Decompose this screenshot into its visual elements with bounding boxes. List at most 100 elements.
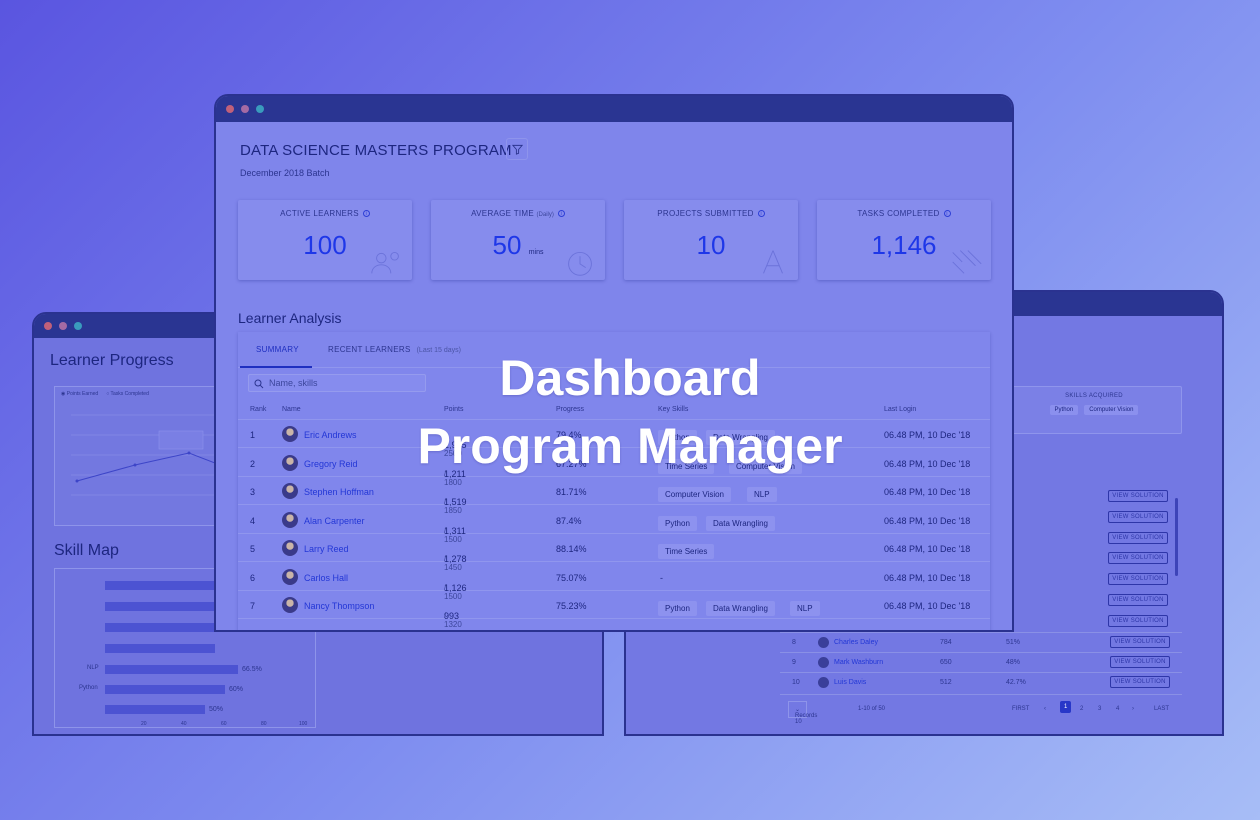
minimize-window-dot[interactable]	[59, 322, 67, 330]
axis-tick: 40	[181, 721, 187, 727]
table-row[interactable]: 6 Carlos Hall 1,126 / 1500 75.07% -06.48 PM,…	[238, 563, 990, 601]
progress-cell: 87.4%	[556, 515, 582, 526]
view-solution-button[interactable]: VIEW SOLUTION	[1108, 594, 1168, 606]
rank-cell: 5	[250, 544, 256, 554]
compass-icon	[763, 250, 783, 274]
hero-line-1: Dashboard	[499, 350, 761, 406]
last-login-cell: 06.48 PM, 10 Dec '18	[884, 601, 971, 611]
info-icon[interactable]: i	[943, 210, 951, 218]
maximize-window-dot[interactable]	[74, 322, 82, 330]
skill-chip: Data Wrangling	[706, 515, 775, 531]
skill-chip: Python	[658, 515, 697, 531]
view-solution-button[interactable]: VIEW SOLUTION	[1108, 552, 1168, 564]
first-page-button[interactable]: FIRST	[1012, 706, 1029, 712]
maximize-window-dot[interactable]	[256, 105, 264, 113]
view-solution-button[interactable]: VIEW SOLUTION	[1110, 656, 1170, 668]
prev-page-icon[interactable]: ‹	[1044, 706, 1046, 712]
batch-label: December 2018 Batch	[240, 168, 330, 178]
learner-name-link[interactable]: Charles Daley	[834, 639, 878, 646]
learner-name-link[interactable]: Stephen Hoffman	[304, 487, 374, 497]
skill-chip: Python	[658, 601, 697, 616]
skill-pct-python: 60%	[229, 686, 244, 693]
info-icon[interactable]: i	[362, 210, 370, 218]
progress-cell: 75.07%	[556, 572, 587, 583]
table-row: 10 Luis Davis 512 42.7% VIEW SOLUTION	[780, 672, 1182, 692]
avatar	[282, 540, 298, 556]
learner-analysis-title: Learner Analysis	[238, 310, 342, 326]
page-2-button[interactable]: 2	[1080, 706, 1083, 712]
learner-name-link[interactable]: Larry Reed	[304, 544, 349, 554]
avatar	[818, 677, 829, 688]
view-solution-button[interactable]: VIEW SOLUTION	[1108, 615, 1168, 627]
info-icon[interactable]: i	[557, 210, 565, 218]
view-solution-button[interactable]: VIEW SOLUTION	[1110, 636, 1170, 648]
learner-name-link[interactable]: Alan Carpenter	[304, 516, 365, 526]
view-solution-button[interactable]: VIEW SOLUTION	[1108, 532, 1168, 544]
skill-label-python: Python	[79, 685, 98, 691]
table-scrollbar[interactable]	[1175, 498, 1178, 576]
skills-empty: -	[660, 572, 663, 583]
view-solution-button[interactable]: VIEW SOLUTION	[1110, 676, 1170, 688]
avatar	[282, 568, 298, 585]
kpi-projects-submitted: PROJECTS SUBMITTED i 10	[624, 200, 798, 280]
rank-cell: 4	[250, 515, 256, 526]
avatar	[818, 637, 829, 648]
last-login-cell: 06.48 PM, 10 Dec '18	[884, 544, 971, 554]
axis-tick: 60	[221, 721, 227, 727]
skill-bar	[105, 581, 215, 590]
table-row[interactable]: 7 Nancy Thompson 993 / 1320 75.23% Python Dat…	[238, 591, 990, 629]
skill-bar-nlp	[105, 665, 238, 674]
avatar	[818, 657, 829, 668]
skill-bar	[105, 623, 215, 632]
kpi-tasks-completed: TASKS COMPLETED i 1,146	[817, 200, 991, 280]
close-window-dot[interactable]	[226, 105, 234, 113]
hero-line-2: Program Manager	[417, 418, 843, 474]
close-window-dot[interactable]	[44, 322, 52, 330]
records-per-page-select[interactable]: Records 10 ⌄	[788, 701, 817, 725]
avatar	[282, 597, 298, 613]
skill-chip: Computer Vision	[658, 487, 731, 502]
skill-chip: NLP	[747, 487, 777, 502]
skill-bar-data-wrangling	[105, 705, 205, 714]
page-1-button[interactable]: 1	[1060, 701, 1072, 713]
clock-icon	[568, 251, 592, 276]
progress-cell: 88.14%	[556, 544, 587, 554]
rank-cell: 6	[250, 572, 256, 583]
table-row[interactable]: 3 Stephen Hoffman 1,519 / 1850 81.71% Comput…	[238, 477, 990, 515]
table-row[interactable]: 4 Alan Carpenter 1,311 / 1500 87.4% Python Da…	[238, 506, 990, 544]
last-login-cell: 06.48 PM, 10 Dec '18	[884, 487, 971, 497]
skill-bar-python	[105, 685, 225, 694]
info-icon[interactable]: i	[757, 210, 765, 218]
progress-cell: 81.71%	[556, 487, 587, 497]
learner-name-link[interactable]: Luis Davis	[834, 679, 866, 686]
skill-chip: Data Wrangling	[706, 601, 775, 616]
page-3-button[interactable]: 3	[1098, 706, 1101, 712]
pagination-bar: Records 10 ⌄ 1-10 of 50 FIRST ‹ 1 2 3 4 …	[780, 694, 1182, 725]
view-solution-button[interactable]: VIEW SOLUTION	[1108, 511, 1168, 523]
axis-tick: 80	[261, 721, 267, 727]
table-row: 8 Charles Daley 784 51% VIEW SOLUTION	[780, 632, 1182, 652]
skill-pct-nlp: 66.5%	[242, 666, 262, 673]
table-row: 9 Mark Washburn 650 48% VIEW SOLUTION	[780, 652, 1182, 672]
minimize-window-dot[interactable]	[241, 105, 249, 113]
window-titlebar	[216, 96, 1012, 122]
filter-button[interactable]	[506, 138, 528, 160]
users-icon	[371, 251, 399, 274]
learner-name-link[interactable]: Mark Washburn	[834, 659, 883, 666]
skill-chip: NLP	[790, 601, 820, 616]
kpi-active-learners: ACTIVE LEARNERS i 100	[238, 200, 412, 280]
view-solution-button[interactable]: VIEW SOLUTION	[1108, 490, 1168, 502]
next-page-icon[interactable]: ›	[1132, 706, 1134, 712]
filter-icon	[511, 144, 523, 155]
avatar	[282, 511, 298, 528]
skill-bar	[105, 644, 215, 653]
last-page-button[interactable]: LAST	[1154, 706, 1169, 712]
page-4-button[interactable]: 4	[1116, 706, 1119, 712]
skill-map-title: Skill Map	[54, 542, 119, 559]
table-row[interactable]: 5 Larry Reed 1,278 / 1450 88.14% Time Series…	[238, 534, 990, 572]
tasks-icon	[952, 250, 982, 274]
kpi-average-time: AVERAGE TIME (Daily) i 50 mins	[431, 200, 605, 280]
learner-name-link[interactable]: Carlos Hall	[304, 573, 348, 583]
view-solution-button[interactable]: VIEW SOLUTION	[1108, 573, 1168, 585]
learner-name-link[interactable]: Nancy Thompson	[304, 601, 374, 611]
